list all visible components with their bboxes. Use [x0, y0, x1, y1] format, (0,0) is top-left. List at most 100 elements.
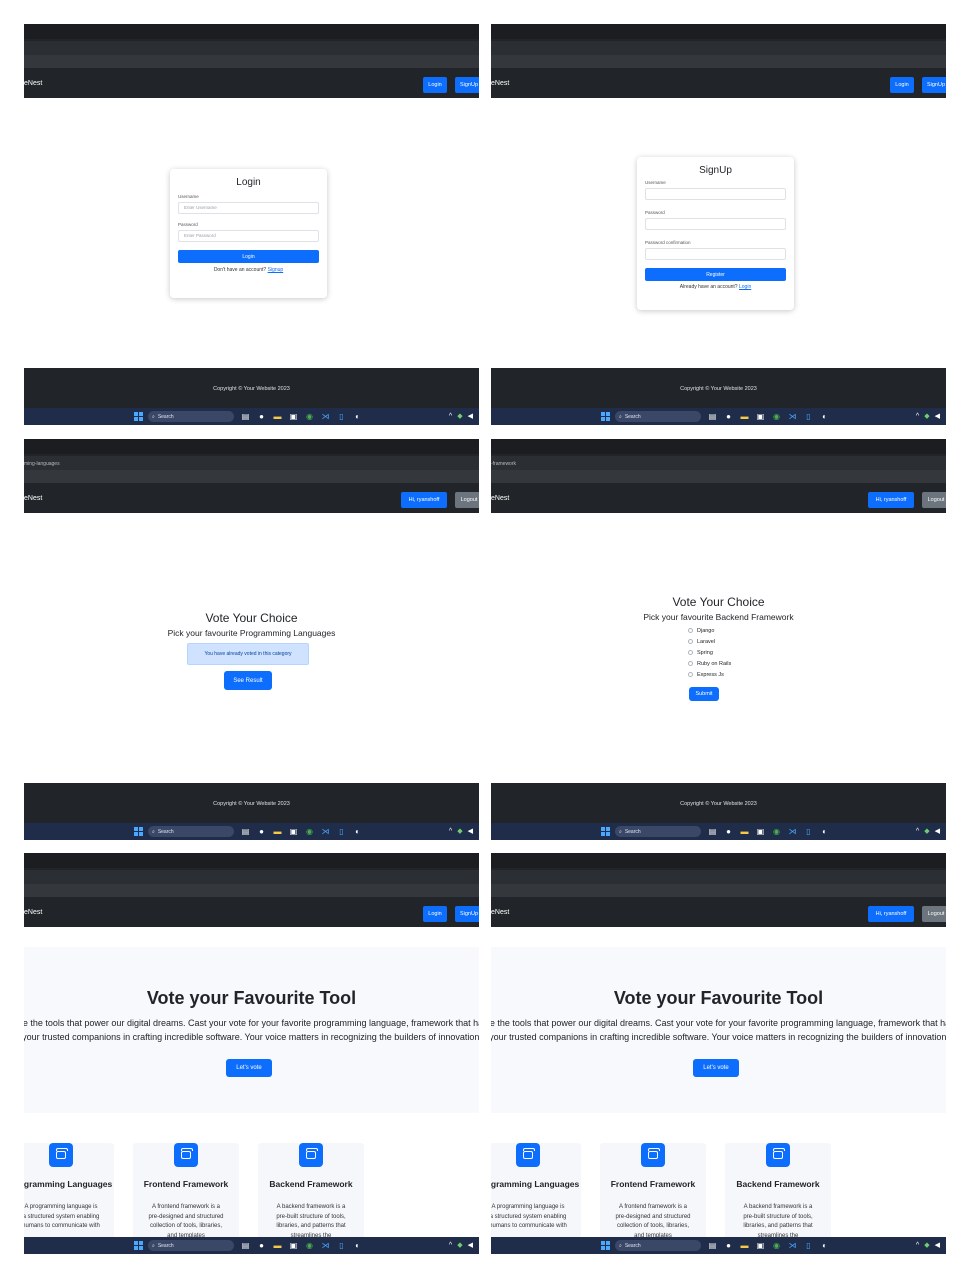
card-frontend-framework[interactable]: Frontend Framework A frontend framework …	[600, 1143, 706, 1239]
login-nav-button[interactable]: Login	[423, 77, 447, 93]
chrome-icon[interactable]: ◉	[304, 1240, 315, 1251]
login-nav-button[interactable]: Login	[423, 906, 447, 922]
folder-icon[interactable]: ▬	[272, 826, 283, 837]
start-icon[interactable]	[134, 1241, 143, 1250]
url-bar[interactable]: -framework	[491, 461, 516, 467]
chevron-up-icon[interactable]: ^	[916, 826, 919, 837]
login-submit-button[interactable]: Login	[178, 250, 319, 263]
password-input[interactable]	[645, 218, 786, 230]
store-icon[interactable]: ▣	[288, 1240, 299, 1251]
file-explorer-icon[interactable]: ▤	[707, 411, 718, 422]
taskbar-search[interactable]: ⌕ Search	[148, 1240, 234, 1251]
card-frontend-framework[interactable]: Frontend Framework A frontend framework …	[133, 1143, 239, 1239]
logout-button[interactable]: Logout	[922, 906, 946, 922]
notepad-icon[interactable]: ▯	[336, 411, 347, 422]
store-icon[interactable]: ▣	[755, 411, 766, 422]
start-icon[interactable]	[134, 827, 143, 836]
lets-vote-button[interactable]: Let's vote	[693, 1059, 739, 1077]
wifi-icon[interactable]: ◆	[457, 1240, 462, 1251]
card-programming-languages[interactable]: Programming Languages A programming lang…	[24, 1143, 114, 1239]
password-confirmation-input[interactable]	[645, 248, 786, 260]
user-greeting-button[interactable]: Hi, ryanshoff	[868, 492, 914, 508]
taskbar-search[interactable]: ⌕ Search	[615, 411, 701, 422]
chat-icon[interactable]: ●	[256, 1240, 267, 1251]
radio-icon[interactable]	[688, 639, 693, 644]
brand-logo[interactable]: eNest	[491, 495, 509, 502]
user-greeting-button[interactable]: Hi, ryanshoff	[401, 492, 447, 508]
signup-nav-button[interactable]: SignUp	[455, 77, 479, 93]
chat-icon[interactable]: ●	[723, 826, 734, 837]
store-icon[interactable]: ▣	[288, 826, 299, 837]
github-icon[interactable]: ◐	[352, 411, 363, 422]
github-icon[interactable]: ◐	[819, 1240, 830, 1251]
password-input[interactable]: Enter Password	[178, 230, 319, 242]
vscode-icon[interactable]: ⋊	[787, 411, 798, 422]
signup-nav-button[interactable]: SignUp	[922, 77, 946, 93]
file-explorer-icon[interactable]: ▤	[707, 826, 718, 837]
chrome-icon[interactable]: ◉	[771, 826, 782, 837]
notepad-icon[interactable]: ▯	[803, 826, 814, 837]
radio-icon[interactable]	[688, 672, 693, 677]
chevron-up-icon[interactable]: ^	[916, 411, 919, 422]
chrome-icon[interactable]: ◉	[304, 826, 315, 837]
chevron-up-icon[interactable]: ^	[916, 1240, 919, 1251]
card-backend-framework[interactable]: Backend Framework A backend framework is…	[258, 1143, 364, 1239]
brand-logo[interactable]: eNest	[24, 495, 42, 502]
store-icon[interactable]: ▣	[755, 826, 766, 837]
wifi-icon[interactable]: ◆	[457, 826, 462, 837]
chrome-icon[interactable]: ◉	[304, 411, 315, 422]
chevron-up-icon[interactable]: ^	[449, 826, 452, 837]
option-ruby-on-rails[interactable]: Ruby on Rails	[688, 658, 731, 669]
chevron-up-icon[interactable]: ^	[449, 411, 452, 422]
option-spring[interactable]: Spring	[688, 647, 731, 658]
card-backend-framework[interactable]: Backend Framework A backend framework is…	[725, 1143, 831, 1239]
chat-icon[interactable]: ●	[256, 826, 267, 837]
vscode-icon[interactable]: ⋊	[320, 1240, 331, 1251]
file-explorer-icon[interactable]: ▤	[240, 1240, 251, 1251]
brand-logo[interactable]: eNest	[491, 909, 509, 916]
github-icon[interactable]: ◐	[819, 826, 830, 837]
chat-icon[interactable]: ●	[723, 1240, 734, 1251]
chrome-icon[interactable]: ◉	[771, 1240, 782, 1251]
wifi-icon[interactable]: ◆	[924, 411, 929, 422]
speaker-icon[interactable]: ◀	[935, 411, 940, 422]
folder-icon[interactable]: ▬	[739, 411, 750, 422]
taskbar-search[interactable]: ⌕ Search	[148, 826, 234, 837]
folder-icon[interactable]: ▬	[272, 411, 283, 422]
login-link[interactable]: Login	[739, 284, 751, 290]
taskbar-search[interactable]: ⌕ Search	[615, 826, 701, 837]
vscode-icon[interactable]: ⋊	[320, 411, 331, 422]
logout-button[interactable]: Logout	[922, 492, 946, 508]
wifi-icon[interactable]: ◆	[457, 411, 462, 422]
github-icon[interactable]: ◐	[352, 1240, 363, 1251]
notepad-icon[interactable]: ▯	[336, 826, 347, 837]
vscode-icon[interactable]: ⋊	[787, 826, 798, 837]
file-explorer-icon[interactable]: ▤	[707, 1240, 718, 1251]
brand-logo[interactable]: eNest	[491, 80, 509, 87]
speaker-icon[interactable]: ◀	[468, 1240, 473, 1251]
logout-button[interactable]: Logout	[455, 492, 479, 508]
chat-icon[interactable]: ●	[256, 411, 267, 422]
store-icon[interactable]: ▣	[755, 1240, 766, 1251]
folder-icon[interactable]: ▬	[739, 826, 750, 837]
option-django[interactable]: Django	[688, 625, 731, 636]
login-nav-button[interactable]: Login	[890, 77, 914, 93]
user-greeting-button[interactable]: Hi, ryanshoff	[868, 906, 914, 922]
radio-icon[interactable]	[688, 650, 693, 655]
url-bar[interactable]: ming-languages	[24, 461, 60, 467]
submit-vote-button[interactable]: Submit	[689, 687, 719, 701]
taskbar-search[interactable]: ⌕ Search	[615, 1240, 701, 1251]
username-input[interactable]: Enter Username	[178, 202, 319, 214]
option-laravel[interactable]: Laravel	[688, 636, 731, 647]
store-icon[interactable]: ▣	[288, 411, 299, 422]
signup-nav-button[interactable]: SignUp	[455, 906, 479, 922]
see-result-button[interactable]: See Result	[224, 671, 272, 690]
speaker-icon[interactable]: ◀	[935, 826, 940, 837]
username-input[interactable]	[645, 188, 786, 200]
chevron-up-icon[interactable]: ^	[449, 1240, 452, 1251]
register-button[interactable]: Register	[645, 268, 786, 281]
start-icon[interactable]	[134, 412, 143, 421]
brand-logo[interactable]: eNest	[24, 80, 42, 87]
wifi-icon[interactable]: ◆	[924, 826, 929, 837]
file-explorer-icon[interactable]: ▤	[240, 411, 251, 422]
